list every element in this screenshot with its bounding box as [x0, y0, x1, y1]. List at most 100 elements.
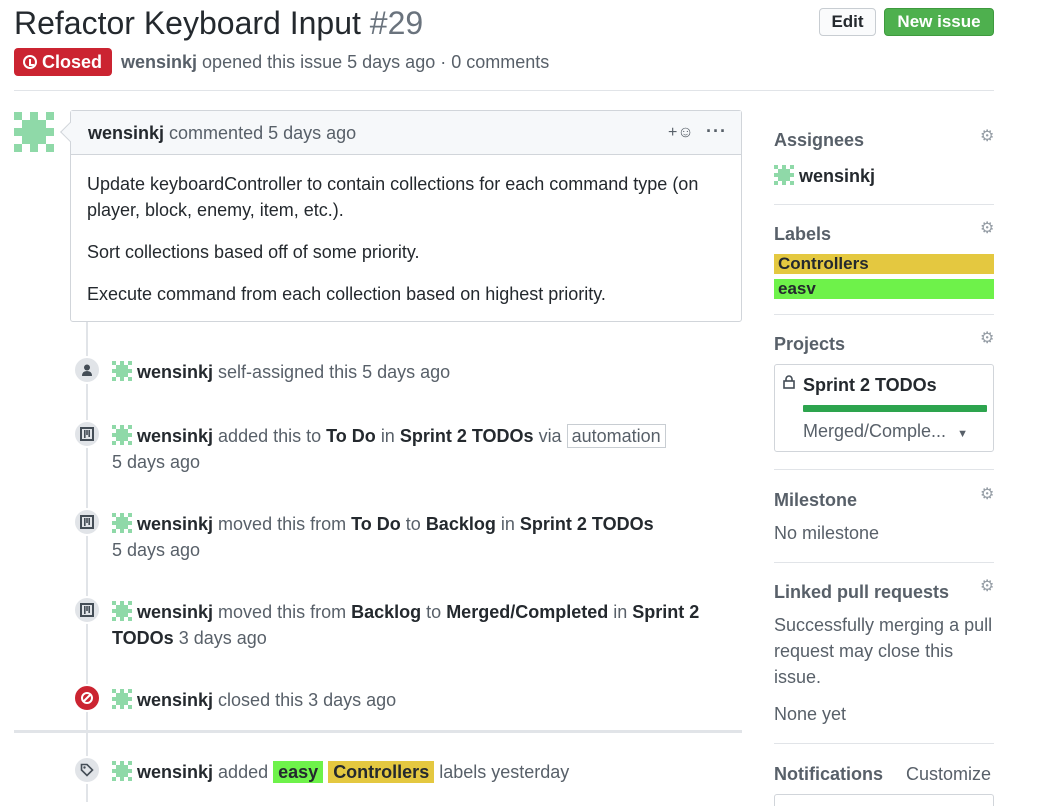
comment-author[interactable]: wensinkj [88, 123, 164, 143]
status-badge: Closed [14, 48, 112, 76]
comment-options-icon[interactable]: ··· [706, 109, 727, 153]
issue-title-text: Refactor Keyboard Input [14, 5, 361, 41]
project-link[interactable]: Sprint 2 TODOs [520, 514, 654, 534]
event-user[interactable]: wensinkj [137, 690, 213, 710]
timeline-event: wensinkj added this to To Do in Sprint 2… [112, 423, 732, 475]
project-column: To Do [351, 514, 401, 534]
project-column: Backlog [351, 602, 422, 622]
author-avatar[interactable] [14, 112, 54, 152]
event-text: in [500, 514, 515, 534]
new-issue-button[interactable]: New issue [884, 8, 994, 36]
project-column-select[interactable]: Merged/Comple... ▼ [803, 421, 968, 442]
edit-button[interactable]: Edit [819, 8, 876, 36]
gear-icon[interactable]: ⚙ [980, 328, 994, 348]
assignee[interactable]: wensinkj [774, 163, 875, 189]
project-column-value[interactable]: Merged/Comple... [803, 421, 946, 441]
project-column: Merged/Completed [446, 602, 609, 622]
projects-heading: Projects [774, 334, 846, 354]
sidebar-divider [774, 562, 994, 563]
gear-icon[interactable]: ⚙ [980, 484, 994, 504]
user-avatar[interactable] [112, 513, 132, 533]
comment-paragraph: Sort collections based off of some prior… [87, 242, 420, 262]
user-avatar[interactable] [112, 425, 132, 445]
issue-meta-text: opened this issue 5 days ago · 0 comment… [202, 52, 550, 72]
event-user[interactable]: wensinkj [137, 514, 213, 534]
event-user[interactable]: wensinkj [137, 362, 213, 382]
linked-prs-description: Successfully merging a pull request may … [774, 615, 993, 687]
closed-divider [14, 730, 742, 733]
issue-closed-icon [23, 55, 37, 69]
header-divider [14, 90, 994, 91]
chevron-down-icon[interactable]: ▼ [957, 428, 968, 440]
lock-icon [783, 375, 795, 389]
labels-heading: Labels [774, 224, 832, 244]
label-controllers[interactable]: Controllers [328, 761, 435, 783]
gear-icon[interactable]: ⚙ [980, 218, 994, 238]
event-text: moved this from [218, 514, 347, 534]
notifications-heading: Notifications [774, 764, 884, 784]
project-progress-bar [803, 405, 987, 412]
project-icon [73, 596, 101, 624]
assignees-heading: Assignees [774, 130, 865, 150]
user-avatar[interactable] [112, 601, 132, 621]
issue-title: Refactor Keyboard Input #29 [14, 4, 423, 42]
event-text: moved this from [218, 602, 347, 622]
comment-body: Update keyboardController to contain col… [87, 171, 727, 323]
project-card: Sprint 2 TODOs Merged/Comple... ▼ [774, 364, 994, 452]
event-time[interactable]: 3 days ago [179, 628, 267, 648]
sidebar-divider [774, 204, 994, 205]
event-text: self-assigned this 5 days ago [218, 362, 451, 382]
project-link[interactable]: Sprint 2 TODOs [400, 426, 534, 446]
timeline-event: wensinkj added easy Controllers labels y… [112, 759, 732, 785]
event-user[interactable]: wensinkj [137, 762, 213, 782]
tag-icon [73, 756, 101, 784]
assignee-avatar[interactable] [774, 165, 794, 185]
comment-meta[interactable]: commented 5 days ago [169, 123, 356, 143]
event-text: added [218, 762, 269, 782]
event-text: to [405, 514, 421, 534]
automation-chip: automation [566, 424, 666, 448]
user-avatar[interactable] [112, 361, 132, 381]
linked-prs-heading: Linked pull requests [774, 582, 950, 602]
person-icon [73, 356, 101, 384]
subscribe-button[interactable] [774, 794, 994, 806]
comment-header: wensinkj commented 5 days ago +☺ ··· [71, 111, 741, 155]
label-easy[interactable]: easy [273, 761, 324, 783]
event-text: closed this 3 days ago [218, 690, 397, 710]
circle-slash-icon [73, 684, 101, 712]
status-badge-label: Closed [42, 52, 103, 72]
event-time[interactable]: 5 days ago [112, 452, 200, 472]
linked-prs-value: None yet [774, 704, 847, 724]
label-controllers[interactable]: Controllers [774, 254, 994, 274]
gear-icon[interactable]: ⚙ [980, 576, 994, 596]
timeline-event: wensinkj moved this from Backlog to Merg… [112, 599, 732, 651]
timeline-event: wensinkj closed this 3 days ago [112, 687, 732, 713]
add-reaction-icon[interactable]: +☺ [668, 111, 694, 155]
sidebar-divider [774, 314, 994, 315]
timeline-event: wensinkj self-assigned this 5 days ago [112, 359, 732, 385]
user-avatar[interactable] [112, 689, 132, 709]
user-avatar[interactable] [112, 761, 132, 781]
assignee-name[interactable]: wensinkj [799, 166, 875, 186]
project-column: Backlog [425, 514, 496, 534]
event-user[interactable]: wensinkj [137, 426, 213, 446]
comment-box: wensinkj commented 5 days ago +☺ ··· Upd… [60, 110, 742, 323]
issue-author-link[interactable]: wensinkj [121, 52, 197, 72]
project-icon [73, 420, 101, 448]
event-time[interactable]: 5 days ago [112, 540, 200, 560]
event-text: to [426, 602, 442, 622]
event-user[interactable]: wensinkj [137, 602, 213, 622]
gear-icon[interactable]: ⚙ [980, 126, 994, 146]
sidebar-divider [774, 743, 994, 744]
project-name[interactable]: Sprint 2 TODOs [803, 375, 937, 396]
sidebar-divider [774, 469, 994, 470]
customize-link[interactable]: Customize [906, 761, 991, 787]
comment-paragraph: Execute command from each collection bas… [87, 284, 606, 304]
project-column: To Do [326, 426, 376, 446]
comment-paragraph: Update keyboardController to contain col… [87, 174, 699, 220]
project-icon [73, 508, 101, 536]
milestone-heading: Milestone [774, 490, 858, 510]
label-easv[interactable]: easv [774, 279, 994, 299]
issue-number: #29 [369, 5, 424, 41]
event-text: via [538, 426, 562, 446]
